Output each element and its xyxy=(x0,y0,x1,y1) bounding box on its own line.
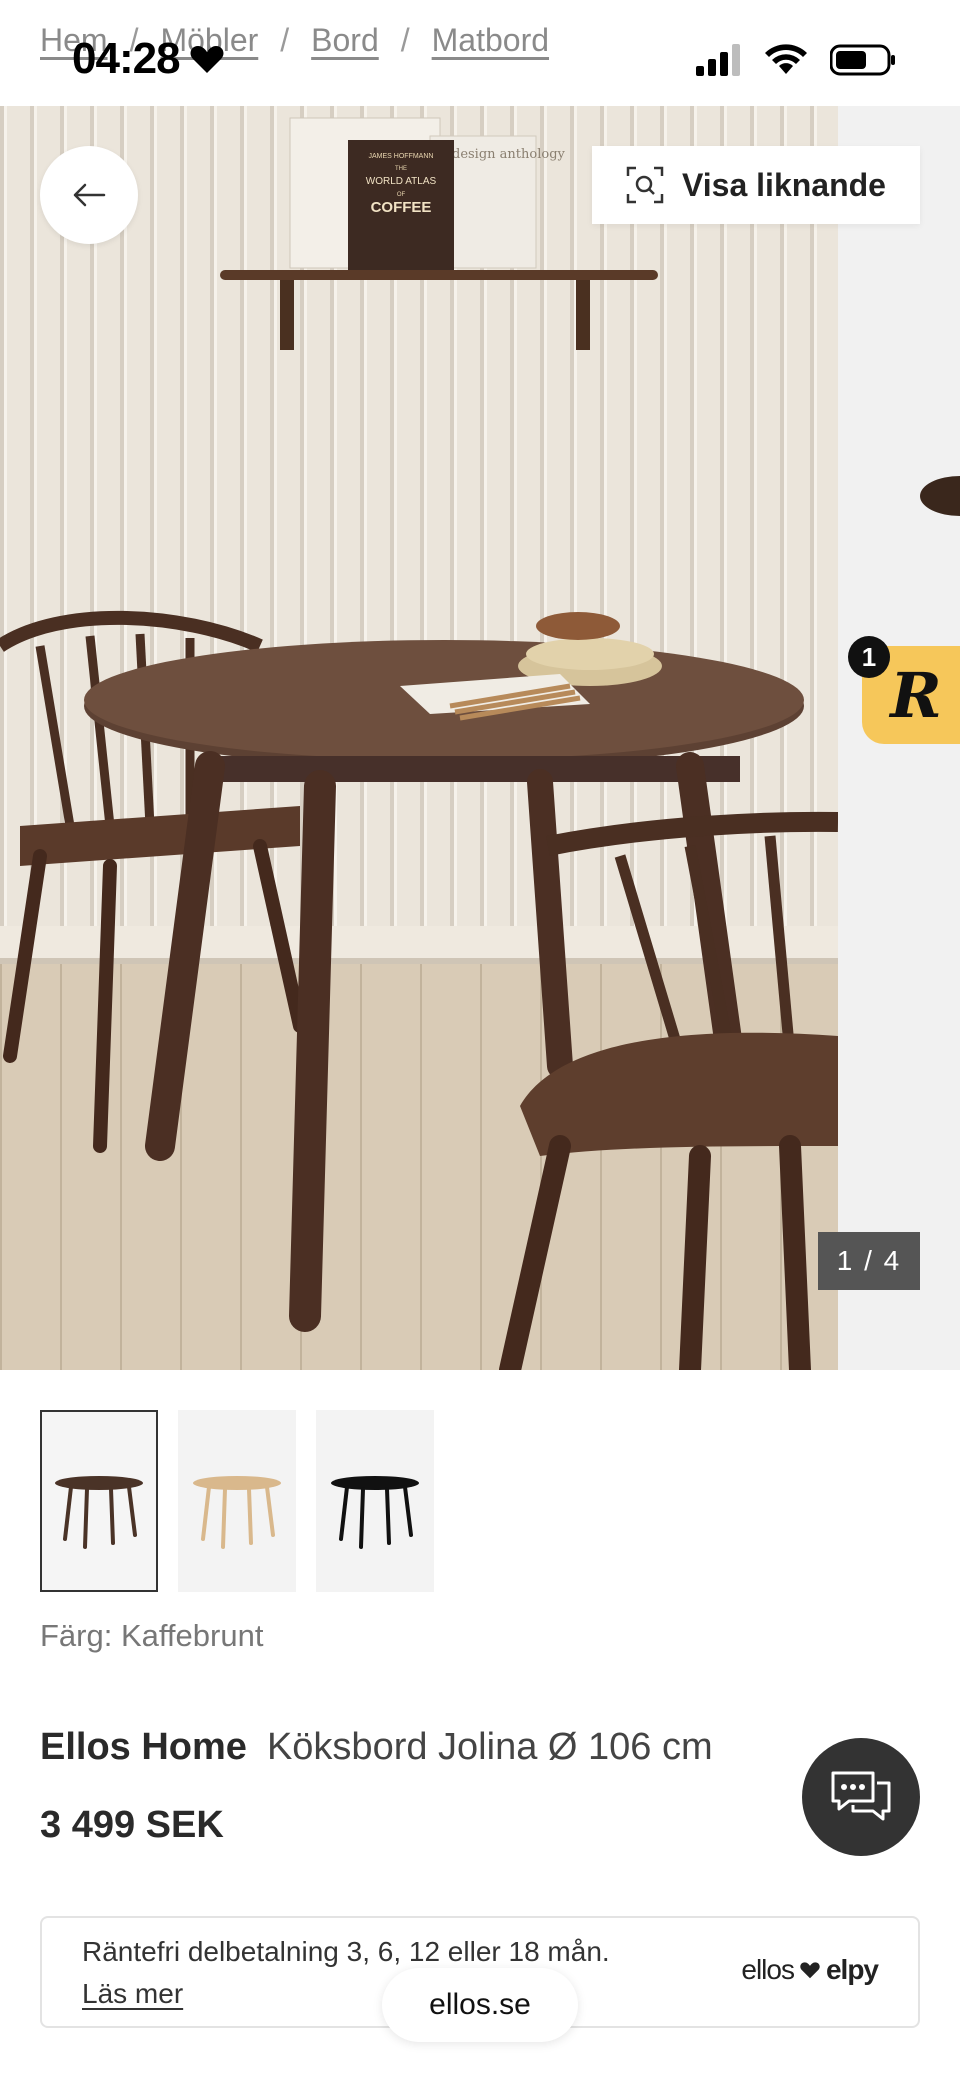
wifi-icon xyxy=(765,44,807,74)
book-title-2: COFFEE xyxy=(371,199,432,216)
product-name: Köksbord Jolina Ø 106 cm xyxy=(266,1726,713,1768)
chat-bubbles-icon xyxy=(831,1771,891,1821)
status-time: 04:28 xyxy=(72,34,224,84)
product-image[interactable]: design anthology JAMES HOFFMANN THE WORL… xyxy=(0,106,838,1370)
thumbnail-natur[interactable] xyxy=(178,1410,296,1592)
book-text-design: design anthology xyxy=(452,147,566,162)
signal-icon xyxy=(696,44,740,76)
image-counter: 1 / 4 xyxy=(818,1232,920,1290)
logo-ellos: ellos xyxy=(741,1954,795,1985)
book-the: THE xyxy=(395,166,407,172)
table-thumbnail-black xyxy=(331,1476,419,1549)
review-badge-count: 1 xyxy=(848,636,890,678)
product-photo: design anthology JAMES HOFFMANN THE WORL… xyxy=(0,106,838,1370)
book-title-1: WORLD ATLAS xyxy=(366,176,437,187)
breadcrumb-separator: / xyxy=(280,22,290,58)
ellos-elpy-logo: ellos elpy xyxy=(741,1954,879,1986)
browser-address-pill[interactable]: ellos.se xyxy=(382,1968,578,2042)
show-similar-button[interactable]: Visa liknande xyxy=(592,146,920,224)
product-price: 3 499 SEK xyxy=(40,1804,224,1846)
thumbnail-svart[interactable] xyxy=(316,1410,434,1592)
chat-button[interactable] xyxy=(802,1738,920,1856)
installment-text: Räntefri delbetalning 3, 6, 12 eller 18 … xyxy=(82,1936,610,1967)
back-button[interactable] xyxy=(40,146,138,244)
arrow-left-icon xyxy=(73,183,106,207)
breadcrumb-separator: / xyxy=(400,22,410,58)
visual-search-icon xyxy=(626,166,664,204)
brand-name[interactable]: Ellos Home xyxy=(40,1726,247,1769)
show-similar-label: Visa liknande xyxy=(682,166,886,203)
read-more-link[interactable]: Läs mer xyxy=(82,1978,183,2010)
heart-icon xyxy=(190,46,224,73)
thumbnail-kaffebrunt[interactable] xyxy=(40,1410,158,1592)
battery-icon xyxy=(830,44,895,76)
heart-icon xyxy=(800,1962,820,1979)
breadcrumb-item-matbord[interactable]: Matbord xyxy=(432,22,549,59)
table-thumbnail-natural xyxy=(193,1476,281,1549)
product-title: Ellos Home Köksbord Jolina Ø 106 cm xyxy=(40,1726,713,1769)
table-thumbnail-brown xyxy=(55,1476,143,1549)
color-thumbnails xyxy=(40,1410,434,1592)
next-image-edge xyxy=(920,476,960,516)
top-bar: Hem / Möbler / Bord / Matbord 04:28 xyxy=(0,0,960,106)
logo-elpy: elpy xyxy=(825,1954,879,1985)
breadcrumb-item-bord[interactable]: Bord xyxy=(311,22,379,59)
review-badge-letter: R xyxy=(890,658,942,732)
color-label: Färg: Kaffebrunt xyxy=(40,1618,264,1653)
book-author: JAMES HOFFMANN xyxy=(369,153,434,160)
book-of: OF xyxy=(397,192,406,198)
status-icons xyxy=(696,44,896,76)
time-text: 04:28 xyxy=(72,34,181,83)
